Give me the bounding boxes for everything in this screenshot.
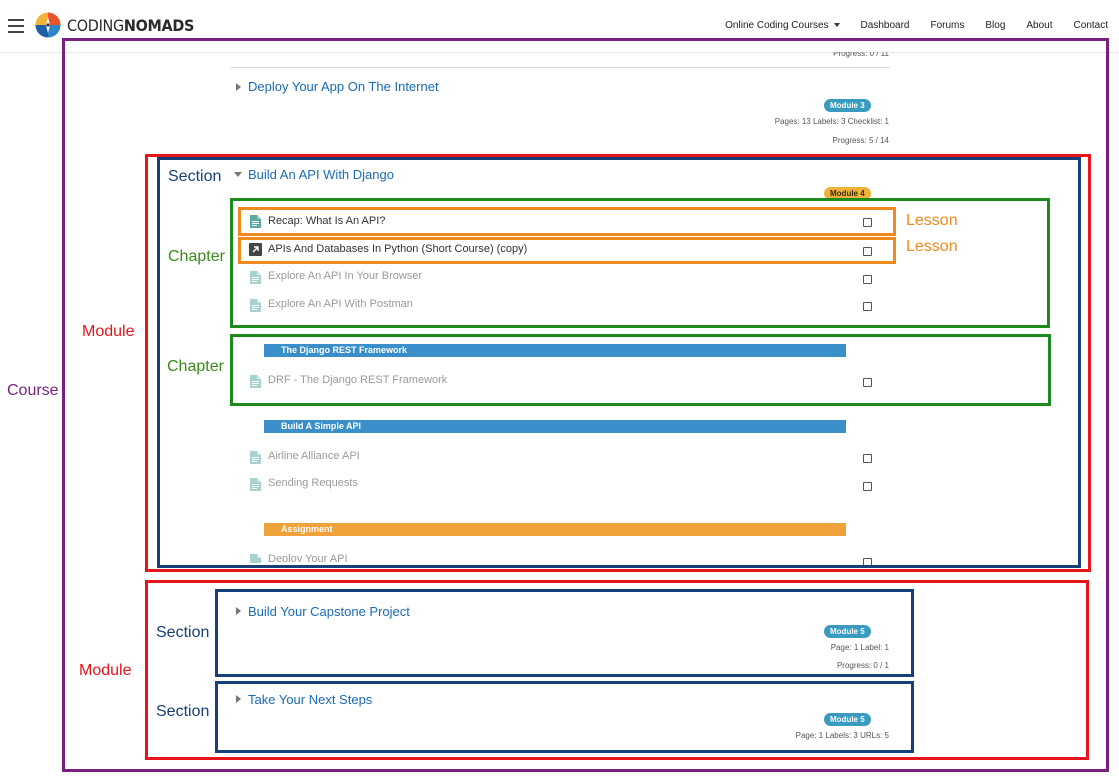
chapter-label: Chapter: [168, 248, 225, 265]
module-label: Module: [79, 662, 132, 679]
lesson-outline-box: [238, 237, 896, 264]
section-label: Section: [168, 168, 222, 185]
course-label: Course: [7, 382, 59, 399]
section-label: Section: [156, 703, 210, 720]
nav-dashboard[interactable]: Dashboard: [861, 20, 910, 31]
coding-nomads-logo[interactable]: CODINGNOMADS: [35, 11, 194, 39]
hamburger-menu-icon[interactable]: [8, 19, 24, 33]
lesson-label: Lesson: [906, 238, 958, 255]
nav-forums[interactable]: Forums: [930, 20, 964, 31]
chapter-outline-box: [230, 334, 1051, 406]
nav-blog[interactable]: Blog: [985, 20, 1005, 31]
logo-text-light: CODING: [67, 15, 124, 35]
lesson-label: Lesson: [906, 212, 958, 229]
section-outline-box: [215, 681, 914, 753]
main-nav: Online Coding Courses Dashboard Forums B…: [704, 20, 1108, 31]
chapter-label: Chapter: [167, 358, 224, 375]
nav-label: Online Coding Courses: [725, 20, 829, 31]
nav-contact[interactable]: Contact: [1074, 20, 1108, 31]
module-label: Module: [82, 323, 135, 340]
lesson-outline-box: [238, 207, 896, 236]
compass-logo-icon: [35, 12, 61, 38]
caret-down-icon: [833, 23, 840, 28]
nav-online-coding-courses[interactable]: Online Coding Courses: [725, 20, 840, 31]
logo-text-bold: NOMADS: [123, 15, 195, 35]
nav-about[interactable]: About: [1026, 20, 1052, 31]
section-label: Section: [156, 624, 210, 641]
section-outline-box: [215, 589, 914, 677]
